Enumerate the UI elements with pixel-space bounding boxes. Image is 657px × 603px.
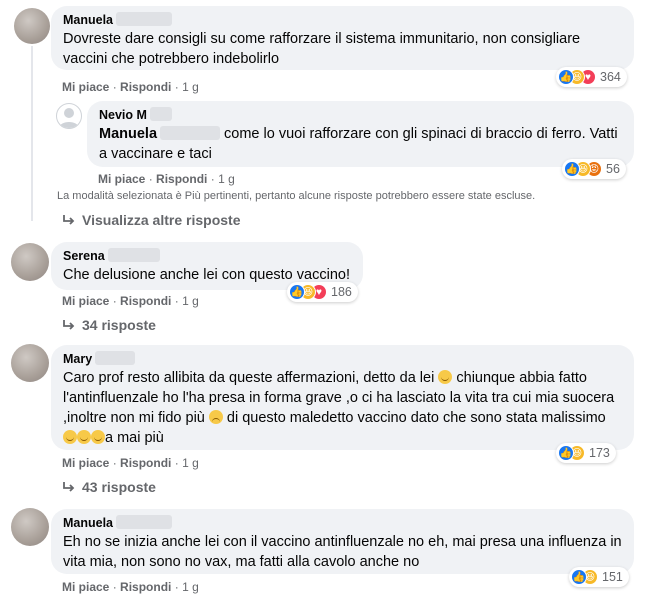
reply-arrow-icon <box>63 215 75 225</box>
reactions-summary[interactable]: 👍 😆 ♥ 186 <box>287 282 358 302</box>
timestamp[interactable]: 1 g <box>182 80 199 94</box>
comment-text: Manuela come lo vuoi rafforzare con gli s… <box>99 126 618 162</box>
comment-actions: Mi piace · Rispondi · 1 g <box>98 172 235 186</box>
filter-notice: La modalità selezionata è Più pertinenti… <box>57 190 536 202</box>
avatar[interactable] <box>11 243 49 281</box>
comment-text: Eh no se inizia anche lei con il vaccino… <box>63 534 622 570</box>
comment-author[interactable]: Manuela <box>63 12 622 29</box>
like-button[interactable]: Mi piace <box>62 80 109 94</box>
emoji-icon <box>77 430 91 444</box>
like-button[interactable]: Mi piace <box>62 580 109 594</box>
timestamp[interactable]: 1 g <box>182 580 199 594</box>
like-icon: 👍 <box>558 445 574 461</box>
like-icon: 👍 <box>558 69 574 85</box>
view-replies-link[interactable]: 43 risposte <box>62 479 156 495</box>
reactions-summary[interactable]: 👍 😆 ♥ 364 <box>556 67 627 87</box>
reply-bubble: Nevio M Manuela come lo vuoi rafforzare c… <box>87 101 634 167</box>
reactions-summary[interactable]: 👍 😆 151 <box>569 567 629 587</box>
sad-emoji-icon <box>208 410 223 424</box>
comment-bubble: Mary Caro prof resto allibita da queste … <box>51 345 634 450</box>
comment-actions: Mi piace · Rispondi · 1 g <box>62 580 199 594</box>
emoji-icon <box>91 430 105 444</box>
emoji-icon <box>438 370 453 384</box>
comment-actions: Mi piace · Rispondi · 1 g <box>62 80 199 94</box>
comment-author[interactable]: Manuela <box>63 515 622 532</box>
mention-link[interactable]: Manuela <box>99 126 224 142</box>
reaction-count: 151 <box>602 570 623 584</box>
emoji-icon <box>63 430 77 444</box>
comment-bubble: Manuela Eh no se inizia anche lei con il… <box>51 509 634 574</box>
default-avatar-icon <box>59 108 79 128</box>
avatar[interactable] <box>14 8 50 44</box>
timestamp[interactable]: 1 g <box>218 172 235 186</box>
timestamp[interactable]: 1 g <box>182 456 199 470</box>
timestamp[interactable]: 1 g <box>182 294 199 308</box>
like-button[interactable]: Mi piace <box>62 456 109 470</box>
comment-author[interactable]: Mary <box>63 351 622 368</box>
reaction-count: 56 <box>606 162 620 176</box>
reactions-summary[interactable]: 👍 😆 173 <box>556 443 616 463</box>
avatar[interactable] <box>11 344 49 382</box>
reply-arrow-icon <box>63 482 75 492</box>
reply-button[interactable]: Rispondi <box>120 456 171 470</box>
like-icon: 👍 <box>571 569 587 585</box>
comment-author[interactable]: Serena <box>63 248 351 265</box>
reaction-count: 186 <box>331 285 352 299</box>
comment-author[interactable]: Nevio M <box>99 107 622 124</box>
reply-button[interactable]: Rispondi <box>120 80 171 94</box>
reaction-count: 173 <box>589 446 610 460</box>
comment-actions: Mi piace · Rispondi · 1 g <box>62 294 199 308</box>
view-more-replies-link[interactable]: Visualizza altre risposte <box>62 212 240 228</box>
comment-text: Caro prof resto allibita da queste affer… <box>63 370 615 446</box>
reply-arrow-icon <box>63 320 75 330</box>
view-replies-link[interactable]: 34 risposte <box>62 317 156 333</box>
like-button[interactable]: Mi piace <box>62 294 109 308</box>
avatar[interactable] <box>11 508 49 546</box>
reactions-summary[interactable]: 👍 😆 😡 56 <box>562 159 626 179</box>
reply-button[interactable]: Rispondi <box>156 172 207 186</box>
comment-text: Dovreste dare consigli su come rafforzar… <box>63 31 581 67</box>
like-button[interactable]: Mi piace <box>98 172 145 186</box>
like-icon: 👍 <box>289 284 305 300</box>
reply-button[interactable]: Rispondi <box>120 294 171 308</box>
like-icon: 👍 <box>564 161 580 177</box>
comment-bubble: Manuela Dovreste dare consigli su come r… <box>51 6 634 70</box>
avatar[interactable] <box>56 103 82 129</box>
thread-line <box>31 46 33 221</box>
reply-button[interactable]: Rispondi <box>120 580 171 594</box>
comment-actions: Mi piace · Rispondi · 1 g <box>62 456 199 470</box>
reaction-count: 364 <box>600 70 621 84</box>
